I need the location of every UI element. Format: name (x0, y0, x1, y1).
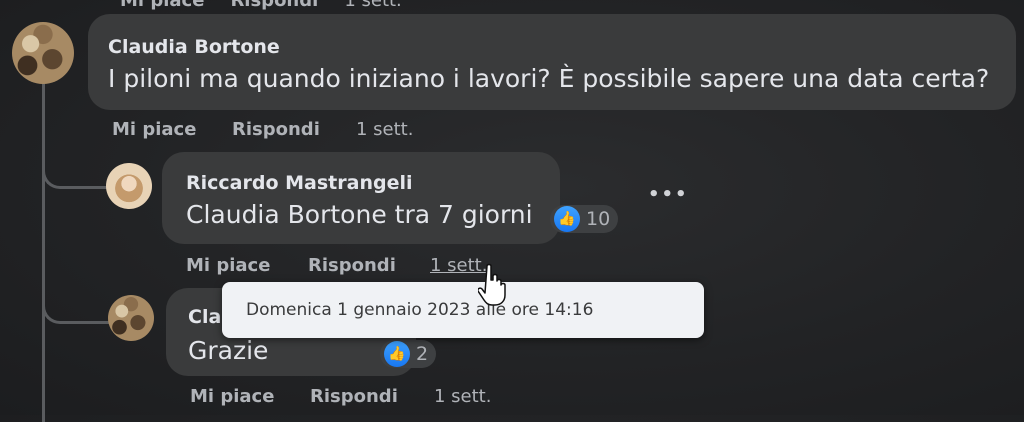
comment-time[interactable]: 1 sett. (344, 0, 401, 11)
comment-text: I piloni ma quando iniziano i lavori? È … (108, 64, 990, 93)
avatar[interactable] (12, 22, 74, 84)
reply-action[interactable]: Rispondi (308, 255, 396, 276)
reaction-count[interactable]: 👍 2 (380, 340, 437, 368)
tooltip-text: Domenica 1 gennaio 2023 alle ore 14:16 (246, 300, 594, 320)
reaction-count[interactable]: 👍 10 (550, 205, 619, 233)
like-action[interactable]: Mi piace (112, 119, 196, 140)
thumbs-up-icon: 👍 (554, 206, 580, 232)
like-action[interactable]: Mi piace (186, 255, 270, 276)
reply-action[interactable]: Rispondi (310, 386, 398, 407)
reaction-number: 10 (586, 208, 611, 230)
comment-text: Grazie (188, 336, 269, 365)
timestamp-tooltip: Domenica 1 gennaio 2023 alle ore 14:16 (222, 282, 704, 338)
thumbs-up-icon: 👍 (384, 341, 410, 367)
comment-bubble: Claudia Bortone I piloni ma quando inizi… (88, 14, 1016, 110)
more-options-icon[interactable]: ••• (648, 184, 689, 205)
like-action[interactable]: Mi piace (120, 0, 204, 11)
comment-author[interactable]: Claudia Bortone (108, 36, 280, 58)
comment-text: Claudia Bortone tra 7 giorni (186, 200, 533, 229)
reply-action[interactable]: Rispondi (232, 119, 320, 140)
comment-bubble: Riccardo Mastrangeli Claudia Bortone tra… (162, 152, 560, 244)
comment-author[interactable]: Riccardo Mastrangeli (186, 172, 412, 194)
hand-cursor-icon (478, 263, 506, 306)
thread-branch (42, 285, 111, 324)
thread-branch (42, 150, 107, 189)
avatar[interactable] (106, 163, 152, 209)
reply-action[interactable]: Rispondi (230, 0, 318, 11)
like-action[interactable]: Mi piace (190, 386, 274, 407)
thread-line (42, 82, 45, 422)
previous-comment-actions: Mi piace Rispondi 1 sett. (120, 0, 402, 11)
avatar[interactable] (108, 295, 154, 341)
comment-time[interactable]: 1 sett. (356, 119, 413, 140)
reaction-number: 2 (416, 343, 429, 365)
comment-time[interactable]: 1 sett. (434, 386, 491, 407)
